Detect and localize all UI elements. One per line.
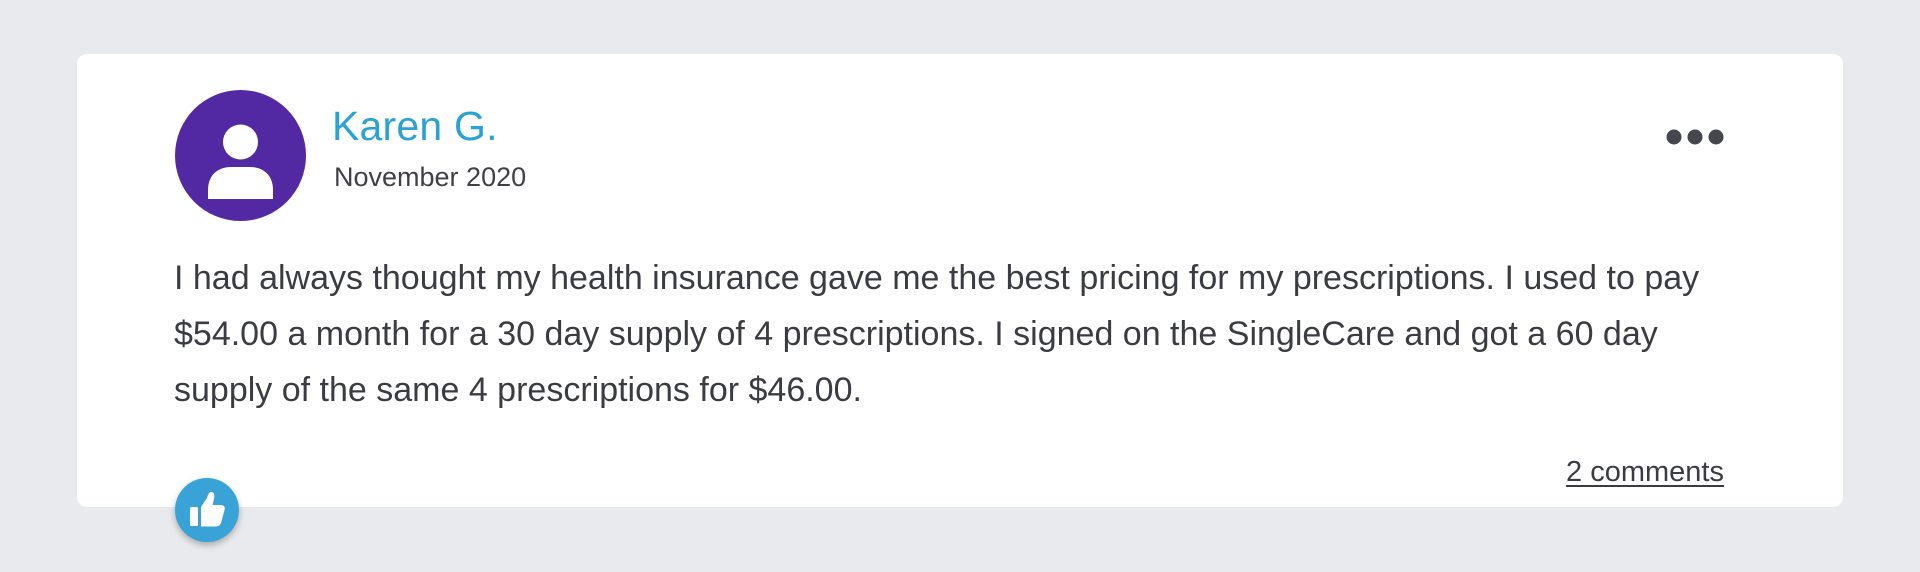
comments-link[interactable]: 2 comments bbox=[1566, 458, 1724, 487]
more-options-icon bbox=[1666, 129, 1724, 145]
more-options-button[interactable] bbox=[1665, 122, 1725, 152]
review-date: November 2020 bbox=[334, 162, 527, 192]
thumbs-up-icon bbox=[190, 492, 225, 527]
review-card: Karen G. November 2020 I had always thou… bbox=[77, 54, 1843, 507]
user-silhouette-icon bbox=[208, 124, 273, 199]
avatar bbox=[175, 90, 306, 221]
reviewer-name: Karen G. bbox=[332, 103, 498, 149]
review-text: I had always thought my health insurance… bbox=[174, 259, 1700, 409]
like-button[interactable] bbox=[175, 478, 239, 542]
